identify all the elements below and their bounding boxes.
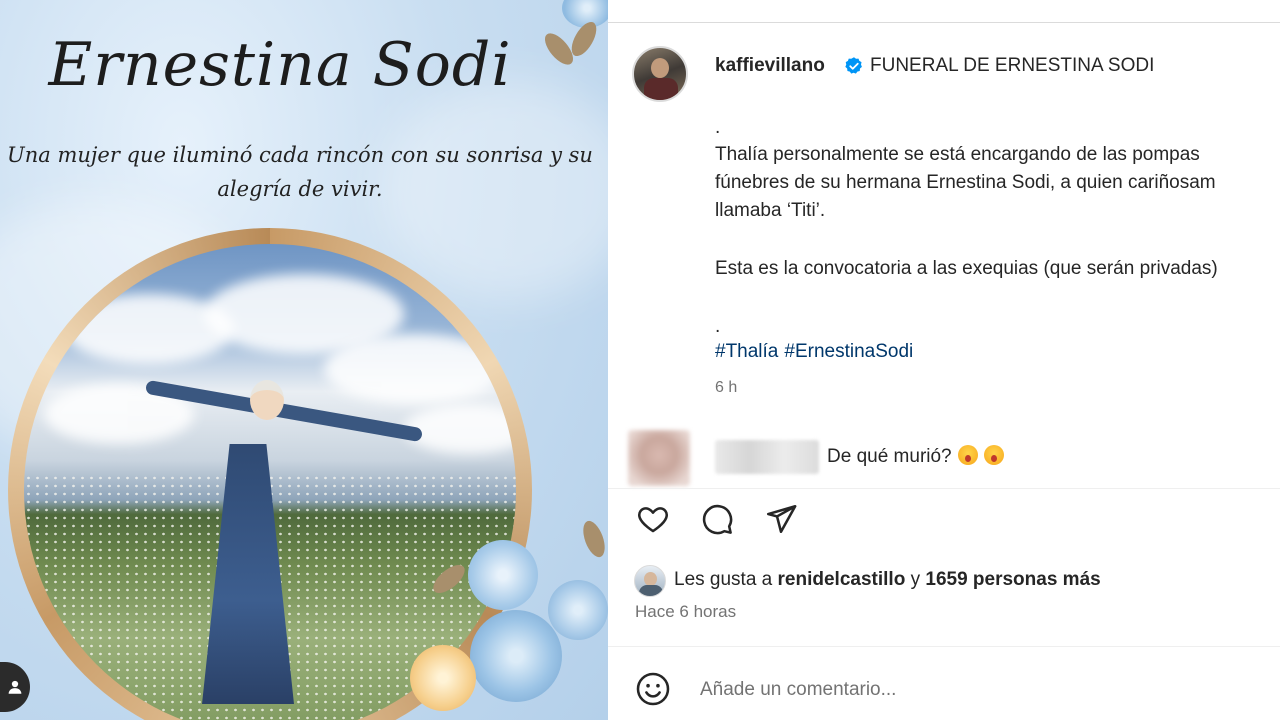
comment-button[interactable]: [698, 500, 736, 538]
commenter-name-blurred[interactable]: [715, 440, 819, 474]
divider: [608, 646, 1280, 647]
memorial-quote-line: alegría de vivir.: [217, 177, 383, 201]
add-comment-input[interactable]: [698, 672, 1262, 708]
speech-bubble-icon: [702, 504, 733, 535]
divider: [608, 22, 1280, 23]
share-button[interactable]: [762, 500, 800, 538]
caption-line: Thalía personalmente se está encargando …: [715, 144, 1200, 165]
paper-plane-icon: [766, 504, 797, 534]
caption-line: Esta es la convocatoria a las exequias (…: [715, 258, 1218, 279]
emoji-picker-button[interactable]: [634, 670, 672, 708]
smiley-icon: [636, 672, 670, 706]
post-timestamp: Hace 6 horas: [635, 602, 737, 621]
post-title: FUNERAL DE ERNESTINA SODI: [870, 55, 1155, 76]
leaf: [579, 518, 608, 560]
memorial-quote: Una mujer que iluminó cada rincón con su…: [0, 138, 608, 206]
astonished-face-icon: [957, 445, 978, 465]
blue-rose: [468, 540, 538, 610]
cloud: [324, 334, 504, 404]
divider: [608, 488, 1280, 489]
avatar-body: [644, 78, 678, 100]
user-icon: [8, 680, 22, 694]
commenter-avatar-blurred[interactable]: [628, 430, 690, 486]
comment-text: De qué murió?: [827, 446, 952, 467]
username-link[interactable]: kaffievillano: [715, 55, 825, 77]
liker-username-link[interactable]: renidelcastillo: [778, 569, 906, 590]
post-panel: kaffievillano FUNERAL DE ERNESTINA SODI …: [608, 0, 1280, 720]
liker-avatar[interactable]: [634, 565, 666, 597]
avatar[interactable]: [632, 46, 688, 102]
post-time[interactable]: 6 h: [715, 379, 737, 397]
likes-summary: Les gusta a renidelcastillo y 1659 perso…: [674, 569, 1101, 591]
memorial-name: Ernestina Sodi: [48, 30, 512, 100]
blue-rose: [470, 610, 562, 702]
liker-face: [644, 572, 657, 586]
like-button[interactable]: [634, 500, 672, 538]
likes-joiner: y: [910, 569, 921, 590]
verified-badge-icon: [845, 57, 862, 74]
yellow-flower: [410, 645, 476, 711]
comment-body: De qué murió?: [827, 445, 1004, 468]
astonished-face-icon: [983, 445, 1004, 465]
liker-body: [639, 585, 663, 596]
heart-icon: [638, 507, 668, 533]
blue-rose: [548, 580, 608, 640]
likes-count-link[interactable]: 1659 personas más: [925, 569, 1100, 590]
hashtags: #Thalía #ErnestinaSodi: [715, 341, 919, 363]
hashtag-link[interactable]: #Thalía: [715, 341, 778, 362]
caption-line: .: [715, 316, 721, 337]
hashtag-link[interactable]: #ErnestinaSodi: [784, 341, 913, 362]
woman-head: [250, 380, 284, 420]
caption-line: llamaba ‘Titi’.: [715, 200, 826, 221]
post-image[interactable]: Ernestina Sodi Una mujer que iluminó cad…: [0, 0, 608, 720]
avatar-face: [651, 58, 669, 78]
caption-line: fúnebres de su hermana Ernestina Sodi, a…: [715, 172, 1216, 193]
caption-line: .: [715, 117, 721, 138]
memorial-quote-line: Una mujer que iluminó cada rincón con su…: [7, 143, 593, 167]
likes-prefix: Les gusta a: [674, 569, 773, 590]
